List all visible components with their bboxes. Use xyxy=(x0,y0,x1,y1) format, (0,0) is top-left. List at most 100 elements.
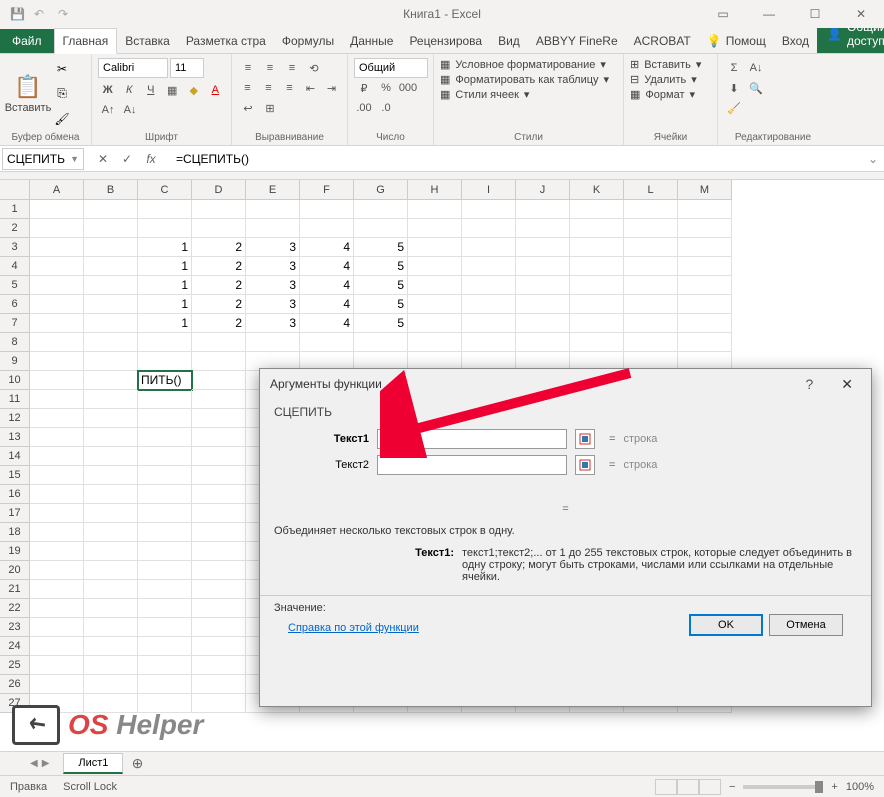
cell[interactable] xyxy=(138,504,192,523)
cell[interactable] xyxy=(192,599,246,618)
close-icon[interactable]: ✕ xyxy=(838,0,884,28)
cell[interactable] xyxy=(138,561,192,580)
tab-page-layout[interactable]: Разметка стра xyxy=(178,29,274,53)
tab-acrobat[interactable]: ACROBAT xyxy=(626,29,699,53)
align-center-icon[interactable]: ≡ xyxy=(259,78,278,98)
cell[interactable] xyxy=(678,200,732,219)
cell[interactable] xyxy=(30,200,84,219)
sheet-next-icon[interactable]: ▶ xyxy=(42,758,50,769)
cell[interactable]: 1 xyxy=(138,238,192,257)
cell[interactable] xyxy=(138,542,192,561)
cell[interactable] xyxy=(138,656,192,675)
cell[interactable]: 5 xyxy=(354,295,408,314)
column-header[interactable]: K xyxy=(570,180,624,200)
cell[interactable] xyxy=(84,295,138,314)
copy-icon[interactable]: ⎘ xyxy=(54,86,70,102)
cell[interactable] xyxy=(192,656,246,675)
cell[interactable] xyxy=(138,428,192,447)
row-header[interactable]: 25 xyxy=(0,656,30,675)
add-sheet-icon[interactable]: ⊕ xyxy=(127,754,147,774)
cell[interactable] xyxy=(192,428,246,447)
cell[interactable] xyxy=(192,390,246,409)
ribbon-options-icon[interactable]: ▭ xyxy=(700,0,746,28)
cell[interactable] xyxy=(678,333,732,352)
cell[interactable] xyxy=(624,276,678,295)
column-header[interactable]: C xyxy=(138,180,192,200)
cell[interactable] xyxy=(516,257,570,276)
cell[interactable] xyxy=(570,314,624,333)
cell[interactable]: 1 xyxy=(138,314,192,333)
row-header[interactable]: 24 xyxy=(0,637,30,656)
row-header[interactable]: 4 xyxy=(0,257,30,276)
indent-decrease-icon[interactable]: ⇤ xyxy=(301,78,320,98)
row-header[interactable]: 21 xyxy=(0,580,30,599)
cell[interactable] xyxy=(408,238,462,257)
cell[interactable] xyxy=(192,504,246,523)
cell[interactable] xyxy=(30,390,84,409)
cell[interactable] xyxy=(84,466,138,485)
row-header[interactable]: 26 xyxy=(0,675,30,694)
format-painter-icon[interactable]: 🖌 xyxy=(54,111,70,127)
cell[interactable] xyxy=(192,675,246,694)
cell[interactable] xyxy=(84,485,138,504)
row-header[interactable]: 2 xyxy=(0,219,30,238)
cell[interactable] xyxy=(192,409,246,428)
cell[interactable]: 4 xyxy=(300,314,354,333)
cell[interactable] xyxy=(408,219,462,238)
cell[interactable] xyxy=(30,485,84,504)
sort-filter-icon[interactable]: A↓ xyxy=(746,58,766,78)
cell[interactable] xyxy=(138,409,192,428)
cell[interactable] xyxy=(138,352,192,371)
cut-icon[interactable]: ✂ xyxy=(54,61,70,77)
cell[interactable] xyxy=(192,352,246,371)
row-header[interactable]: 15 xyxy=(0,466,30,485)
cell[interactable] xyxy=(30,276,84,295)
tab-home[interactable]: Главная xyxy=(54,28,118,54)
currency-icon[interactable]: ₽ xyxy=(354,78,374,98)
column-header[interactable]: J xyxy=(516,180,570,200)
decrease-decimal-icon[interactable]: .0 xyxy=(376,98,396,118)
dialog-help-icon[interactable]: ? xyxy=(797,372,821,396)
column-header[interactable]: H xyxy=(408,180,462,200)
normal-view-icon[interactable] xyxy=(655,779,677,795)
cell[interactable]: 5 xyxy=(354,257,408,276)
cell[interactable] xyxy=(84,200,138,219)
cell[interactable] xyxy=(30,542,84,561)
cell[interactable]: 3 xyxy=(246,238,300,257)
align-right-icon[interactable]: ≡ xyxy=(280,78,299,98)
cell[interactable]: 2 xyxy=(192,314,246,333)
row-header[interactable]: 6 xyxy=(0,295,30,314)
cell[interactable] xyxy=(516,238,570,257)
maximize-icon[interactable]: ☐ xyxy=(792,0,838,28)
cell[interactable] xyxy=(462,219,516,238)
cell[interactable] xyxy=(516,200,570,219)
cell[interactable] xyxy=(300,200,354,219)
cell[interactable] xyxy=(84,314,138,333)
cell[interactable] xyxy=(408,200,462,219)
cell[interactable] xyxy=(192,580,246,599)
cell[interactable] xyxy=(138,523,192,542)
find-icon[interactable]: 🔍 xyxy=(746,78,766,98)
cell[interactable] xyxy=(462,200,516,219)
cell[interactable] xyxy=(516,276,570,295)
number-format-select[interactable] xyxy=(354,58,428,78)
cell[interactable] xyxy=(192,466,246,485)
cell[interactable] xyxy=(30,637,84,656)
cell[interactable] xyxy=(84,333,138,352)
tab-review[interactable]: Рецензирова xyxy=(401,29,490,53)
cell[interactable]: 1 xyxy=(138,276,192,295)
function-help-link[interactable]: Справка по этой функции xyxy=(288,622,419,634)
cell[interactable] xyxy=(84,371,138,390)
cell[interactable] xyxy=(516,219,570,238)
font-name-select[interactable] xyxy=(98,58,168,78)
autosum-icon[interactable]: Σ xyxy=(724,58,744,78)
row-header[interactable]: 12 xyxy=(0,409,30,428)
column-header[interactable]: I xyxy=(462,180,516,200)
cell[interactable] xyxy=(30,314,84,333)
cell[interactable]: 4 xyxy=(300,257,354,276)
fx-icon[interactable]: fx xyxy=(142,150,160,168)
cell[interactable] xyxy=(678,238,732,257)
cell[interactable] xyxy=(138,580,192,599)
column-header[interactable]: G xyxy=(354,180,408,200)
cell[interactable] xyxy=(462,295,516,314)
